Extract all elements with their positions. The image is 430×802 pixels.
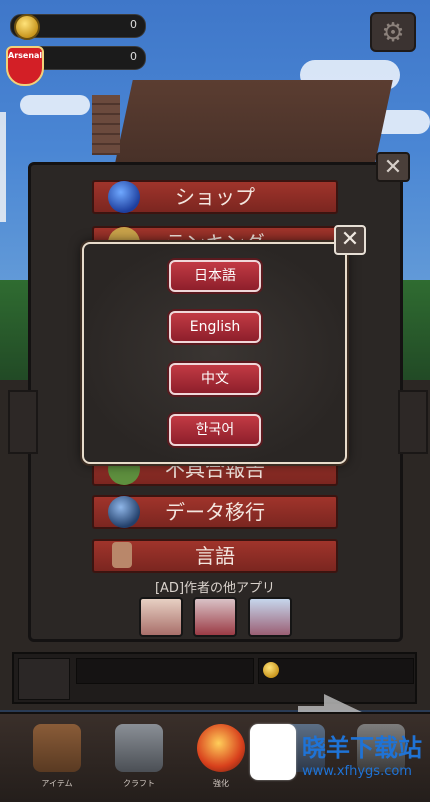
- chest-icon: [33, 724, 81, 772]
- transfer-icon: [108, 496, 140, 528]
- secondary-value: 0: [130, 50, 137, 63]
- left-arrow-button[interactable]: [8, 390, 38, 454]
- language-option-label: 한국어: [195, 422, 235, 438]
- watermark: 晓羊下载站 www.xfhygs.com: [250, 720, 430, 800]
- coin-value: 0: [130, 18, 137, 31]
- sheep-logo-icon: [250, 724, 296, 780]
- hammer-icon: [115, 724, 163, 772]
- language-option-english[interactable]: English: [169, 311, 261, 343]
- language-close-button[interactable]: ✕: [334, 225, 366, 255]
- right-arrow-button[interactable]: [398, 390, 428, 454]
- app-thumb-2[interactable]: [193, 597, 237, 637]
- cloud: [20, 95, 90, 115]
- team-badge-text: Arsenal: [8, 51, 43, 60]
- menu-close-button[interactable]: ✕: [376, 152, 410, 182]
- nav-item-items[interactable]: アイテム: [14, 714, 100, 802]
- menu-item-label: データ移行: [165, 500, 265, 524]
- settings-button[interactable]: ⚙: [370, 12, 416, 52]
- close-icon: ✕: [383, 155, 403, 180]
- language-option-label: English: [189, 319, 241, 335]
- app-thumb-3[interactable]: [248, 597, 292, 637]
- menu-item-label: 言語: [195, 544, 235, 568]
- name-field: [76, 658, 254, 684]
- language-option-chinese[interactable]: 中文: [169, 363, 261, 395]
- edge-handle: [0, 112, 6, 222]
- coin-icon: [263, 662, 279, 678]
- language-option-japanese[interactable]: 日本語: [169, 260, 261, 292]
- globe-icon: [108, 181, 140, 213]
- app-thumb-1[interactable]: [139, 597, 183, 637]
- menu-item-label: ショップ: [175, 185, 255, 209]
- team-badge-icon[interactable]: Arsenal: [6, 46, 44, 86]
- coin-icon: [14, 14, 40, 40]
- nav-label: クラフト: [123, 779, 155, 788]
- coin-field: [258, 658, 414, 684]
- watermark-text: 晓羊下载站: [302, 734, 422, 762]
- language-option-label: 日本語: [194, 268, 236, 284]
- gear-icon: ⚙: [381, 18, 405, 48]
- nav-item-craft[interactable]: クラフト: [96, 714, 182, 802]
- watermark-url: www.xfhygs.com: [302, 764, 412, 779]
- language-icon: [112, 542, 132, 568]
- language-option-label: 中文: [201, 371, 229, 387]
- nav-label: アイテム: [41, 779, 73, 788]
- fire-orb-icon: [197, 724, 245, 772]
- language-option-korean[interactable]: 한국어: [169, 414, 261, 446]
- chimney: [92, 95, 120, 155]
- slot-box: [18, 658, 70, 700]
- ad-label: [AD]作者の他アプリ: [154, 581, 276, 596]
- close-icon: ✕: [340, 227, 360, 252]
